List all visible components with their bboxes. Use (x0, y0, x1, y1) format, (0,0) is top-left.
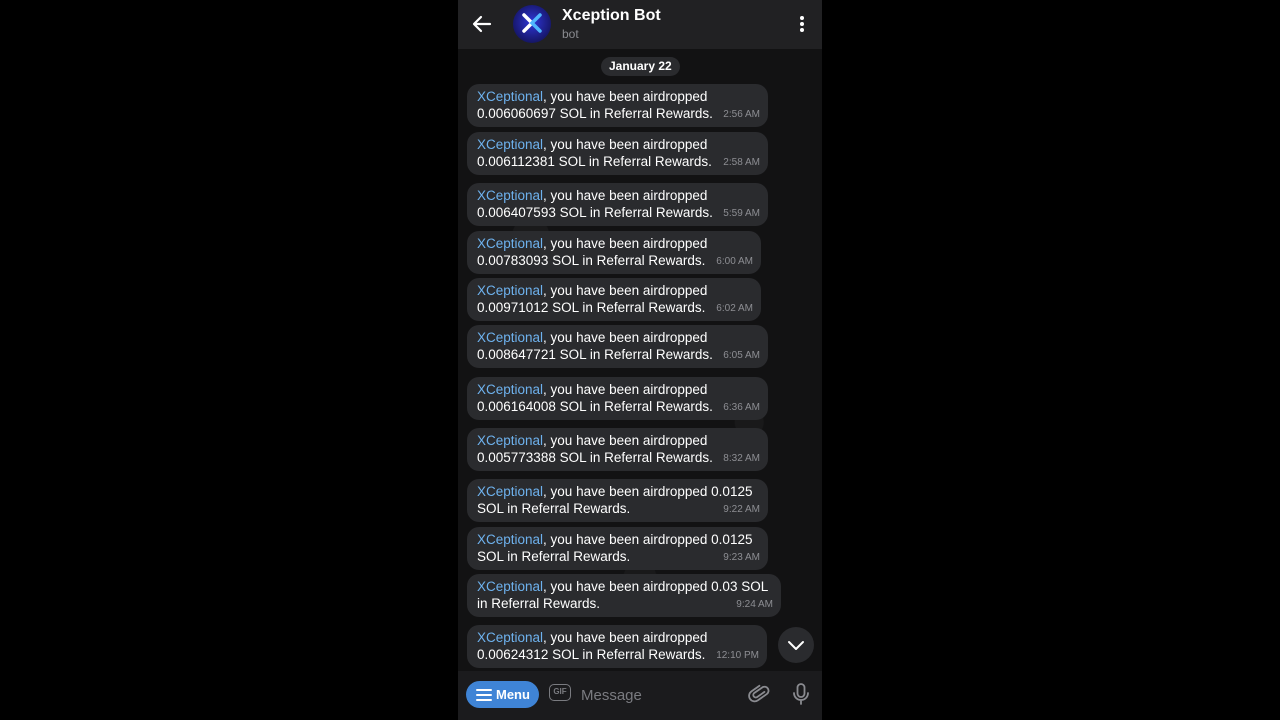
username-mention[interactable]: XCeptional (477, 89, 543, 104)
message-time: 12:10 PM (716, 649, 759, 661)
message-time: 8:32 AM (723, 452, 760, 464)
chat-header: Xception Bot bot (458, 0, 822, 49)
username-mention[interactable]: XCeptional (477, 330, 543, 345)
message-bubble[interactable]: XCeptional, you have been airdropped 0.0… (467, 574, 781, 617)
scroll-down-button[interactable] (778, 627, 814, 663)
message-input[interactable] (579, 681, 743, 709)
more-options-icon[interactable] (792, 12, 812, 36)
microphone-icon[interactable] (791, 682, 811, 706)
bot-avatar[interactable] (513, 5, 551, 43)
message-time: 9:23 AM (723, 551, 760, 563)
message-time: 2:58 AM (723, 156, 760, 168)
message-bubble[interactable]: XCeptional, you have been airdropped 0.0… (467, 479, 768, 522)
message-bubble[interactable]: XCeptional, you have been airdropped 0.0… (467, 377, 768, 420)
message-bubble[interactable]: XCeptional, you have been airdropped 0.0… (467, 278, 761, 321)
message-bubble[interactable]: XCeptional, you have been airdropped 0.0… (467, 183, 768, 226)
message-time: 6:05 AM (723, 349, 760, 361)
username-mention[interactable]: XCeptional (477, 630, 543, 645)
attach-icon[interactable] (748, 682, 770, 706)
username-mention[interactable]: XCeptional (477, 137, 543, 152)
message-time: 2:56 AM (723, 108, 760, 120)
message-time: 6:00 AM (716, 255, 753, 267)
menu-icon (476, 689, 492, 701)
message-bubble[interactable]: XCeptional, you have been airdropped 0.0… (467, 84, 768, 127)
gif-icon[interactable]: GIF (549, 684, 571, 701)
chat-title[interactable]: Xception Bot (562, 7, 661, 25)
message-bubble[interactable]: XCeptional, you have been airdropped 0.0… (467, 132, 768, 175)
message-bubble[interactable]: XCeptional, you have been airdropped 0.0… (467, 325, 768, 368)
date-separator: January 22 (601, 57, 680, 76)
username-mention[interactable]: XCeptional (477, 579, 543, 594)
chevron-down-icon (788, 641, 804, 650)
username-mention[interactable]: XCeptional (477, 532, 543, 547)
message-time: 9:24 AM (736, 598, 773, 610)
menu-button-label: Menu (496, 687, 530, 702)
username-mention[interactable]: XCeptional (477, 283, 543, 298)
back-arrow-icon[interactable] (470, 12, 494, 36)
message-input-bar: Menu GIF (458, 671, 822, 720)
message-time: 5:59 AM (723, 207, 760, 219)
bot-logo-icon (522, 13, 542, 33)
username-mention[interactable]: XCeptional (477, 433, 543, 448)
message-time: 9:22 AM (723, 503, 760, 515)
message-bubble[interactable]: XCeptional, you have been airdropped 0.0… (467, 527, 768, 570)
message-bubble[interactable]: XCeptional, you have been airdropped 0.0… (467, 625, 767, 668)
message-time: 6:36 AM (723, 401, 760, 413)
message-time: 6:02 AM (716, 302, 753, 314)
phone-screen: Xception Bot bot January 22 XCeptional, … (458, 0, 822, 720)
username-mention[interactable]: XCeptional (477, 188, 543, 203)
message-bubble[interactable]: XCeptional, you have been airdropped 0.0… (467, 428, 768, 471)
menu-button[interactable]: Menu (466, 681, 539, 708)
username-mention[interactable]: XCeptional (477, 236, 543, 251)
message-bubble[interactable]: XCeptional, you have been airdropped 0.0… (467, 231, 761, 274)
username-mention[interactable]: XCeptional (477, 382, 543, 397)
chat-subtitle: bot (562, 27, 579, 41)
username-mention[interactable]: XCeptional (477, 484, 543, 499)
